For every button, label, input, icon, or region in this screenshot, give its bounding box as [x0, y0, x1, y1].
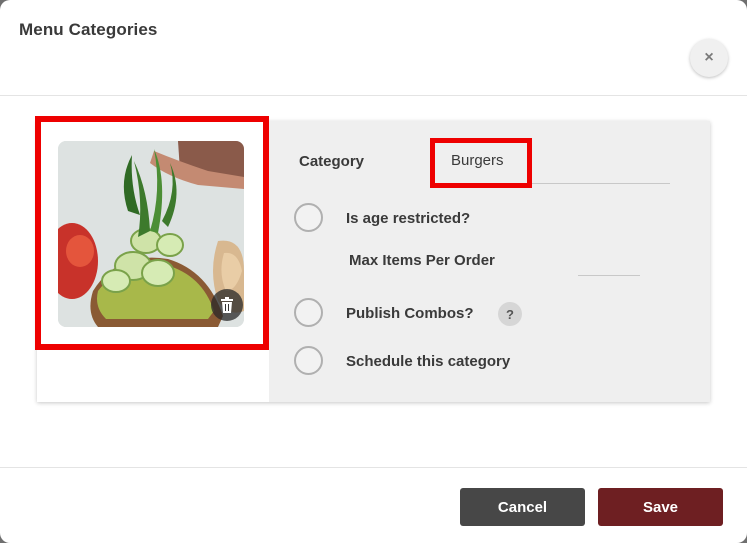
publish-combos-label: Publish Combos? [346, 305, 474, 322]
publish-combos-radio[interactable] [294, 298, 323, 327]
age-restricted-radio[interactable] [294, 203, 323, 232]
category-label: Category [299, 153, 365, 170]
max-items-label: Max Items Per Order [349, 252, 495, 269]
category-input-underline [530, 183, 670, 184]
dialog-title: Menu Categories [19, 20, 158, 39]
max-items-input[interactable] [578, 275, 640, 276]
close-icon: × [704, 49, 714, 66]
menu-categories-dialog: Menu Categories × Category Burgers Is ag… [0, 0, 747, 543]
image-highlight-box [35, 116, 269, 350]
schedule-category-label: Schedule this category [346, 353, 511, 370]
dialog-header: Menu Categories × [0, 0, 747, 96]
help-icon[interactable]: ? [498, 302, 522, 326]
age-restricted-label: Is age restricted? [346, 210, 471, 227]
save-button[interactable]: Save [598, 488, 723, 526]
cancel-button[interactable]: Cancel [460, 488, 585, 526]
close-button[interactable]: × [690, 39, 728, 77]
schedule-category-radio[interactable] [294, 346, 323, 375]
category-highlight-box [430, 138, 532, 188]
